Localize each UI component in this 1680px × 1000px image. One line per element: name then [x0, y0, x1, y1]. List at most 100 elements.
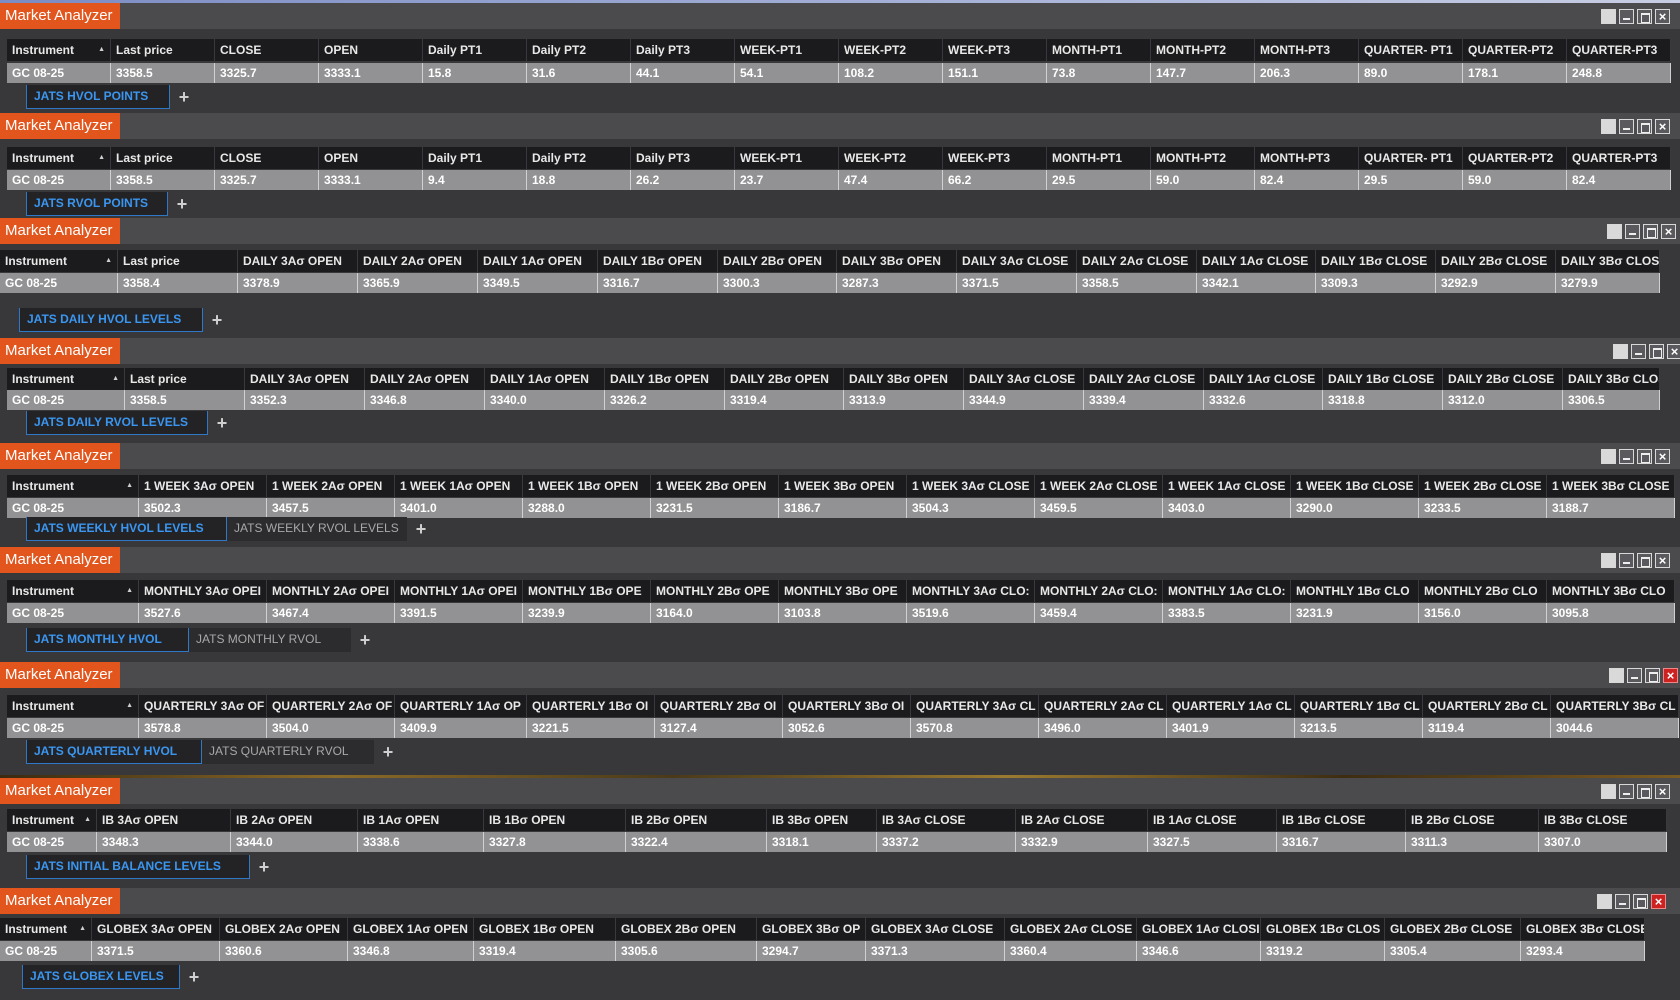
column-header[interactable]: DAILY 1Aσ OPEN	[478, 250, 598, 272]
column-header[interactable]: IB 1Aσ OPEN	[358, 809, 484, 831]
value-cell[interactable]: 3342.1	[1197, 273, 1316, 293]
column-header[interactable]: QUARTERLY 1Bσ CL	[1295, 695, 1423, 717]
column-header[interactable]: GLOBEX 3Aσ OPEN	[92, 918, 220, 940]
column-header[interactable]: WEEK-PT1	[735, 39, 839, 61]
column-header[interactable]: Instrument ▲	[7, 368, 125, 390]
column-header[interactable]: 1 WEEK 1Bσ OPEN	[523, 475, 651, 497]
column-header[interactable]: 1 WEEK 3Aσ OPEN	[139, 475, 267, 497]
value-cell[interactable]: 3119.4	[1423, 718, 1551, 738]
value-cell[interactable]: 3316.7	[598, 273, 718, 293]
add-tab-icon[interactable]: +	[250, 855, 278, 879]
value-cell[interactable]: 29.5	[1359, 170, 1463, 190]
column-header[interactable]: DAILY 2Bσ OPEN	[725, 368, 844, 390]
value-cell[interactable]: 3292.9	[1436, 273, 1556, 293]
column-header[interactable]: 1 WEEK 1Aσ CLOSE	[1163, 475, 1291, 497]
value-cell[interactable]: 3344.9	[964, 390, 1084, 410]
value-cell[interactable]: 3504.3	[907, 498, 1035, 518]
sort-ascending-icon[interactable]: ▲	[126, 475, 133, 497]
close-icon[interactable]: ×	[1661, 224, 1676, 239]
column-header[interactable]: Instrument ▲	[7, 475, 139, 497]
column-header[interactable]: MONTHLY 2Aσ OPEI	[267, 580, 395, 602]
value-cell[interactable]: 89.0	[1359, 63, 1463, 83]
column-header[interactable]: DAILY 1Bσ CLOSE	[1323, 368, 1443, 390]
value-cell[interactable]: 44.1	[631, 63, 735, 83]
value-cell[interactable]: 3319.2	[1261, 941, 1385, 961]
value-cell[interactable]: 3358.5	[1077, 273, 1197, 293]
value-cell[interactable]: 59.0	[1463, 170, 1567, 190]
value-cell[interactable]: 151.1	[943, 63, 1047, 83]
value-cell[interactable]: 3231.9	[1291, 603, 1419, 623]
window-titlebar[interactable]: Market Analyzer ×	[0, 113, 1680, 139]
value-cell[interactable]: 3496.0	[1039, 718, 1167, 738]
menu-icon[interactable]	[1607, 224, 1622, 239]
minimize-icon[interactable]	[1631, 344, 1646, 359]
value-cell[interactable]: 3288.0	[523, 498, 651, 518]
column-header[interactable]: QUARTER- PT1	[1359, 147, 1463, 169]
table-row[interactable]: GC 08-25 3358.5 3325.7 3333.1 9.4 18.8 26.2 23.…	[7, 170, 1671, 190]
column-header[interactable]: Daily PT1	[423, 147, 527, 169]
value-cell[interactable]: 3403.0	[1163, 498, 1291, 518]
column-header[interactable]: GLOBEX 1Bσ CLOS	[1261, 918, 1385, 940]
minimize-icon[interactable]	[1619, 449, 1634, 464]
value-cell[interactable]: 3233.5	[1419, 498, 1547, 518]
column-header[interactable]: QUARTERLY 1Bσ OI	[527, 695, 655, 717]
maximize-icon[interactable]	[1633, 894, 1648, 909]
column-header[interactable]: DAILY 2Bσ CLOSE	[1436, 250, 1556, 272]
table-row[interactable]: GC 08-25 3578.8 3504.0 3409.9 3221.5 3127.4 30…	[7, 718, 1679, 738]
column-header[interactable]: Instrument ▲	[7, 695, 139, 717]
instrument-cell[interactable]: GC 08-25	[0, 273, 118, 293]
maximize-icon[interactable]	[1637, 9, 1652, 24]
column-header[interactable]: IB 3Bσ OPEN	[767, 809, 877, 831]
column-header[interactable]: DAILY 3Aσ CLOSE	[957, 250, 1077, 272]
column-header[interactable]: MONTH-PT3	[1255, 39, 1359, 61]
column-header[interactable]: MONTH-PT1	[1047, 39, 1151, 61]
column-header[interactable]: QUARTER-PT3	[1567, 39, 1671, 61]
column-header[interactable]: GLOBEX 1Bσ OPEN	[474, 918, 616, 940]
maximize-icon[interactable]	[1649, 344, 1664, 359]
minimize-icon[interactable]	[1627, 668, 1642, 683]
column-header[interactable]: Instrument ▲	[0, 918, 92, 940]
tab-inactive[interactable]: JATS MONTHLY RVOL	[189, 628, 351, 652]
value-cell[interactable]: 3313.9	[844, 390, 964, 410]
value-cell[interactable]: 3095.8	[1547, 603, 1675, 623]
table-row[interactable]: GC 08-25 3358.4 3378.9 3365.9 3349.5 3316.7 33…	[0, 273, 1660, 293]
value-cell[interactable]: 3457.5	[267, 498, 395, 518]
column-header[interactable]: 1 WEEK 1Aσ OPEN	[395, 475, 523, 497]
close-icon[interactable]: ×	[1663, 668, 1678, 683]
value-cell[interactable]: 3504.0	[267, 718, 395, 738]
tab-active[interactable]: JATS MONTHLY HVOL	[26, 628, 189, 652]
value-cell[interactable]: 3231.5	[651, 498, 779, 518]
value-cell[interactable]: 3337.2	[877, 832, 1016, 852]
value-cell[interactable]: 3378.9	[238, 273, 358, 293]
value-cell[interactable]: 3311.3	[1406, 832, 1539, 852]
column-header[interactable]: WEEK-PT2	[839, 39, 943, 61]
column-header[interactable]: OPEN	[319, 147, 423, 169]
window-titlebar[interactable]: Market Analyzer ×	[0, 3, 1680, 29]
value-cell[interactable]: 3309.3	[1316, 273, 1436, 293]
value-cell[interactable]: 3391.5	[395, 603, 523, 623]
value-cell[interactable]: 3339.4	[1084, 390, 1204, 410]
value-cell[interactable]: 26.2	[631, 170, 735, 190]
tab-inactive[interactable]: JATS QUARTERLY RVOL	[202, 740, 374, 764]
value-cell[interactable]: 3333.1	[319, 63, 423, 83]
column-header[interactable]: 1 WEEK 2Aσ CLOSE	[1035, 475, 1163, 497]
value-cell[interactable]: 3570.8	[911, 718, 1039, 738]
column-header[interactable]: IB 2Aσ OPEN	[231, 809, 358, 831]
value-cell[interactable]: 3319.4	[474, 941, 616, 961]
value-cell[interactable]: 3360.4	[1005, 941, 1137, 961]
column-header[interactable]: WEEK-PT1	[735, 147, 839, 169]
column-header[interactable]: QUARTERLY 2Aσ CL	[1039, 695, 1167, 717]
minimize-icon[interactable]	[1619, 784, 1634, 799]
value-cell[interactable]: 47.4	[839, 170, 943, 190]
value-cell[interactable]: 3346.8	[365, 390, 485, 410]
table-row[interactable]: GC 08-25 3527.6 3467.4 3391.5 3239.9 3164.0 31…	[7, 603, 1675, 623]
value-cell[interactable]: 3294.7	[757, 941, 866, 961]
minimize-icon[interactable]	[1625, 224, 1640, 239]
column-header[interactable]: DAILY 2Aσ CLOSE	[1084, 368, 1204, 390]
column-header[interactable]: DAILY 1Bσ OPEN	[598, 250, 718, 272]
column-header[interactable]: DAILY 1Bσ OPEN	[605, 368, 725, 390]
column-header[interactable]: OPEN	[319, 39, 423, 61]
value-cell[interactable]: 3371.5	[92, 941, 220, 961]
tab-active[interactable]: JATS DAILY HVOL LEVELS	[19, 308, 203, 332]
value-cell[interactable]: 3312.0	[1443, 390, 1563, 410]
